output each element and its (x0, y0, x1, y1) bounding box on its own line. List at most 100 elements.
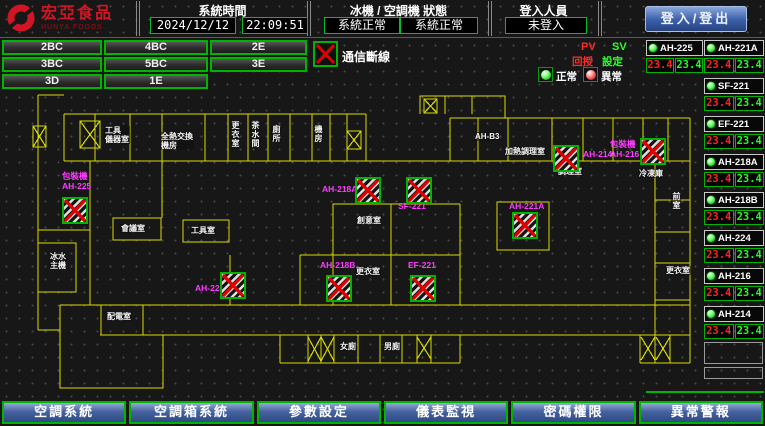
nav-button[interactable]: 空調系統 (2, 401, 126, 424)
sv-value: 23.4 (735, 248, 765, 263)
room-label: AH-B3 (474, 132, 500, 141)
pv-value: 23.4 (704, 286, 734, 301)
room-label: 女廁 (339, 342, 357, 351)
room-label: 機房 (313, 125, 323, 143)
equipment-label: 包裝機 AH-216 (610, 140, 639, 159)
unit-name-row[interactable]: AH-218B (704, 192, 764, 208)
bottom-nav-bar: 空調系統空調箱系統參數設定儀表監視密碼權限異常警報 (2, 401, 763, 424)
unit-name-row[interactable]: AH-216 (704, 268, 764, 284)
unit-sf-221: SF-221 23.423.4 (704, 78, 764, 111)
unit-values: 23.423.4 (704, 134, 764, 149)
room-label: 工具室 (190, 226, 216, 235)
pv-value: 23.4 (704, 324, 734, 339)
unit-values: 23.423.4 (704, 324, 764, 339)
room-label: 廁所 (271, 125, 281, 143)
nav-button[interactable]: 儀表監視 (384, 401, 508, 424)
sv-value: 23.4 (675, 58, 703, 73)
nav-button[interactable]: 異常警報 (639, 401, 763, 424)
sv-value: 23.4 (735, 286, 765, 301)
pv-value: 23.4 (704, 134, 734, 149)
status-led-icon (648, 43, 658, 53)
unit-name-row[interactable]: AH-214 (704, 306, 764, 322)
nav-button[interactable]: 密碼權限 (511, 401, 635, 424)
hmi-screen: 宏亞食品 HUNYA FOODS 系統時間 2024/12/12 22:09:5… (0, 0, 765, 426)
status-led-icon (706, 309, 716, 319)
nav-button[interactable]: 參數設定 (257, 401, 381, 424)
unit-name-row[interactable]: AH-224 (704, 230, 764, 246)
equipment-label: 包裝機 AH-225 (62, 172, 91, 191)
pv-value: 23.4 (704, 172, 734, 187)
unit-values: 23.423.4 (704, 286, 764, 301)
unit-values: 23.423.4 (704, 210, 764, 225)
status-led-icon (706, 81, 716, 91)
room-label: 冰水 主機 (49, 252, 67, 270)
sv-value: 23.4 (735, 96, 765, 111)
unit-values: 23.423.4 (646, 58, 703, 73)
unit-ef-221: EF-221 23.423.4 (704, 116, 764, 149)
pv-value: 23.4 (646, 58, 674, 73)
pv-value: 23.4 (704, 96, 734, 111)
sv-value: 23.4 (735, 58, 765, 73)
room-label: 冷凍庫 (638, 169, 664, 178)
unit-name-row[interactable]: SF-221 (704, 78, 764, 94)
nav-button[interactable]: 空調箱系統 (129, 401, 253, 424)
equipment-status-icon[interactable] (410, 275, 436, 302)
pv-value: 23.4 (704, 248, 734, 263)
unit-name-label: AH-224 (718, 233, 751, 244)
unit-name-label: AH-221A (718, 43, 758, 54)
unit-ah-214: AH-214 23.423.4 (704, 306, 764, 339)
unit-ah-225: AH-225 23.423.4 (646, 40, 703, 73)
equipment-status-icon[interactable] (62, 197, 88, 224)
equipment-status-icon[interactable] (326, 275, 352, 302)
equipment-status-icon[interactable] (640, 138, 666, 165)
equipment-label: AH-221A (509, 202, 544, 212)
unit-values: 23.423.4 (704, 58, 764, 73)
unit-values: 23.423.4 (704, 172, 764, 187)
room-label: 創意室 (356, 216, 382, 225)
room-label: 更衣室 (230, 121, 240, 148)
equipment-status-icon[interactable] (406, 177, 432, 204)
room-label: 更衣室 (355, 267, 381, 276)
room-label: 男廁 (383, 342, 401, 351)
room-label: 加熱調理室 (504, 147, 546, 156)
sv-value: 23.4 (735, 210, 765, 225)
unit-name-row[interactable]: AH-225 (646, 40, 703, 56)
equipment-status-icon[interactable] (512, 212, 538, 239)
room-label: 更衣室 (665, 266, 691, 275)
unit-name-row[interactable]: AH-218A (704, 154, 764, 170)
room-label: 工具 儀器室 (104, 126, 130, 144)
unit-name-label: AH-225 (660, 43, 693, 54)
equipment-panel-right: AH-221A23.423.4SF-22123.423.4EF-22123.42… (704, 40, 764, 344)
unit-name-label: AH-218A (718, 157, 758, 168)
panel-empty-slot (704, 367, 763, 379)
status-led-icon (706, 157, 716, 167)
panel-empty-slot (704, 342, 763, 364)
equipment-label: AH-214 (583, 150, 612, 160)
unit-ah-221a: AH-221A 23.423.4 (704, 40, 764, 73)
sv-value: 23.4 (735, 134, 765, 149)
unit-name-row[interactable]: EF-221 (704, 116, 764, 132)
status-led-icon (706, 271, 716, 281)
equipment-status-icon[interactable] (553, 145, 579, 172)
equipment-panel-left: AH-225 23.423.4 (646, 40, 703, 78)
room-label: 配電室 (106, 312, 132, 321)
equipment-label: AH-218B (320, 261, 355, 271)
unit-name-label: SF-221 (718, 81, 749, 92)
room-label: 茶水間 (250, 121, 260, 148)
unit-name-label: AH-216 (718, 271, 751, 282)
status-led-icon (706, 233, 716, 243)
equipment-status-icon[interactable] (355, 177, 381, 204)
pv-value: 23.4 (704, 58, 734, 73)
sv-value: 23.4 (735, 172, 765, 187)
status-led-icon (706, 43, 716, 53)
unit-name-row[interactable]: AH-221A (704, 40, 764, 56)
panel-bottom-line (646, 391, 764, 393)
unit-name-label: AH-218B (718, 195, 758, 206)
room-label: 會議室 (120, 224, 146, 233)
room-label: 前室 (671, 192, 681, 210)
equipment-status-icon[interactable] (220, 272, 246, 299)
equipment-label: EF-221 (408, 261, 436, 271)
pv-value: 23.4 (704, 210, 734, 225)
unit-values: 23.423.4 (704, 248, 764, 263)
sv-value: 23.4 (735, 324, 765, 339)
